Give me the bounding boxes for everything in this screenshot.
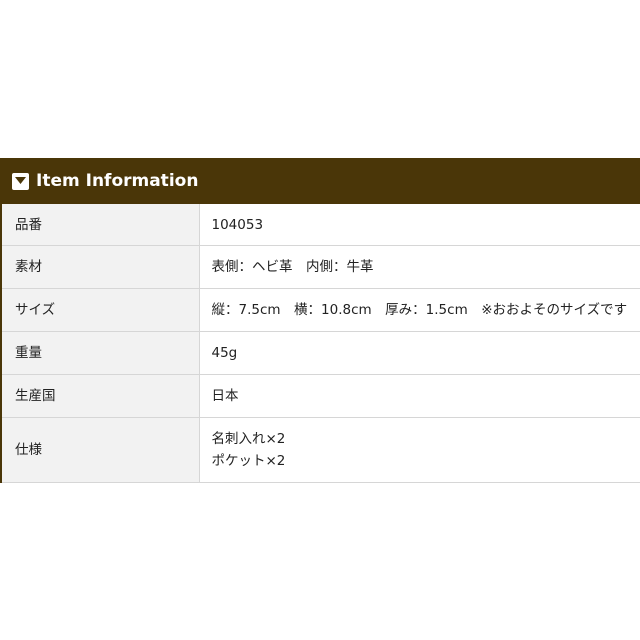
row-value-item-number: 104053	[199, 204, 640, 246]
table-row: 仕様 名刺入れ×2 ポケット×2	[2, 417, 640, 483]
spec-line: ポケット×2	[211, 453, 286, 469]
row-label-specification: 仕様	[2, 417, 200, 483]
panel-header: Item Information	[2, 158, 640, 204]
table-row: 品番 104053	[2, 204, 640, 246]
row-value-weight: 45g	[199, 331, 640, 375]
row-value-country: 日本	[199, 374, 640, 418]
row-value-specification: 名刺入れ×2 ポケット×2	[199, 417, 640, 483]
chevron-down-square-icon	[12, 172, 29, 190]
table-row: 素材 表側：ヘビ革 内側：牛革	[2, 245, 640, 289]
row-label-weight: 重量	[2, 331, 200, 375]
item-information-panel: Item Information 品番 104053 素材 表側：ヘビ革 内側：…	[0, 158, 640, 483]
spec-table: 品番 104053 素材 表側：ヘビ革 内側：牛革 サイズ 縦：7.5cm 横：…	[2, 204, 640, 483]
panel-title: Item Information	[36, 171, 199, 191]
table-row: 生産国 日本	[2, 374, 640, 418]
row-value-material: 表側：ヘビ革 内側：牛革	[199, 245, 640, 289]
row-label-size: サイズ	[2, 288, 200, 332]
row-label-material: 素材	[2, 245, 200, 289]
row-value-size: 縦：7.5cm 横：10.8cm 厚み：1.5cm ※おおよそのサイズです	[199, 288, 640, 332]
spec-line: 名刺入れ×2	[211, 431, 286, 447]
table-row: 重量 45g	[2, 331, 640, 375]
row-label-item-number: 品番	[2, 204, 200, 246]
row-label-country: 生産国	[2, 374, 200, 418]
table-row: サイズ 縦：7.5cm 横：10.8cm 厚み：1.5cm ※おおよそのサイズで…	[2, 288, 640, 332]
